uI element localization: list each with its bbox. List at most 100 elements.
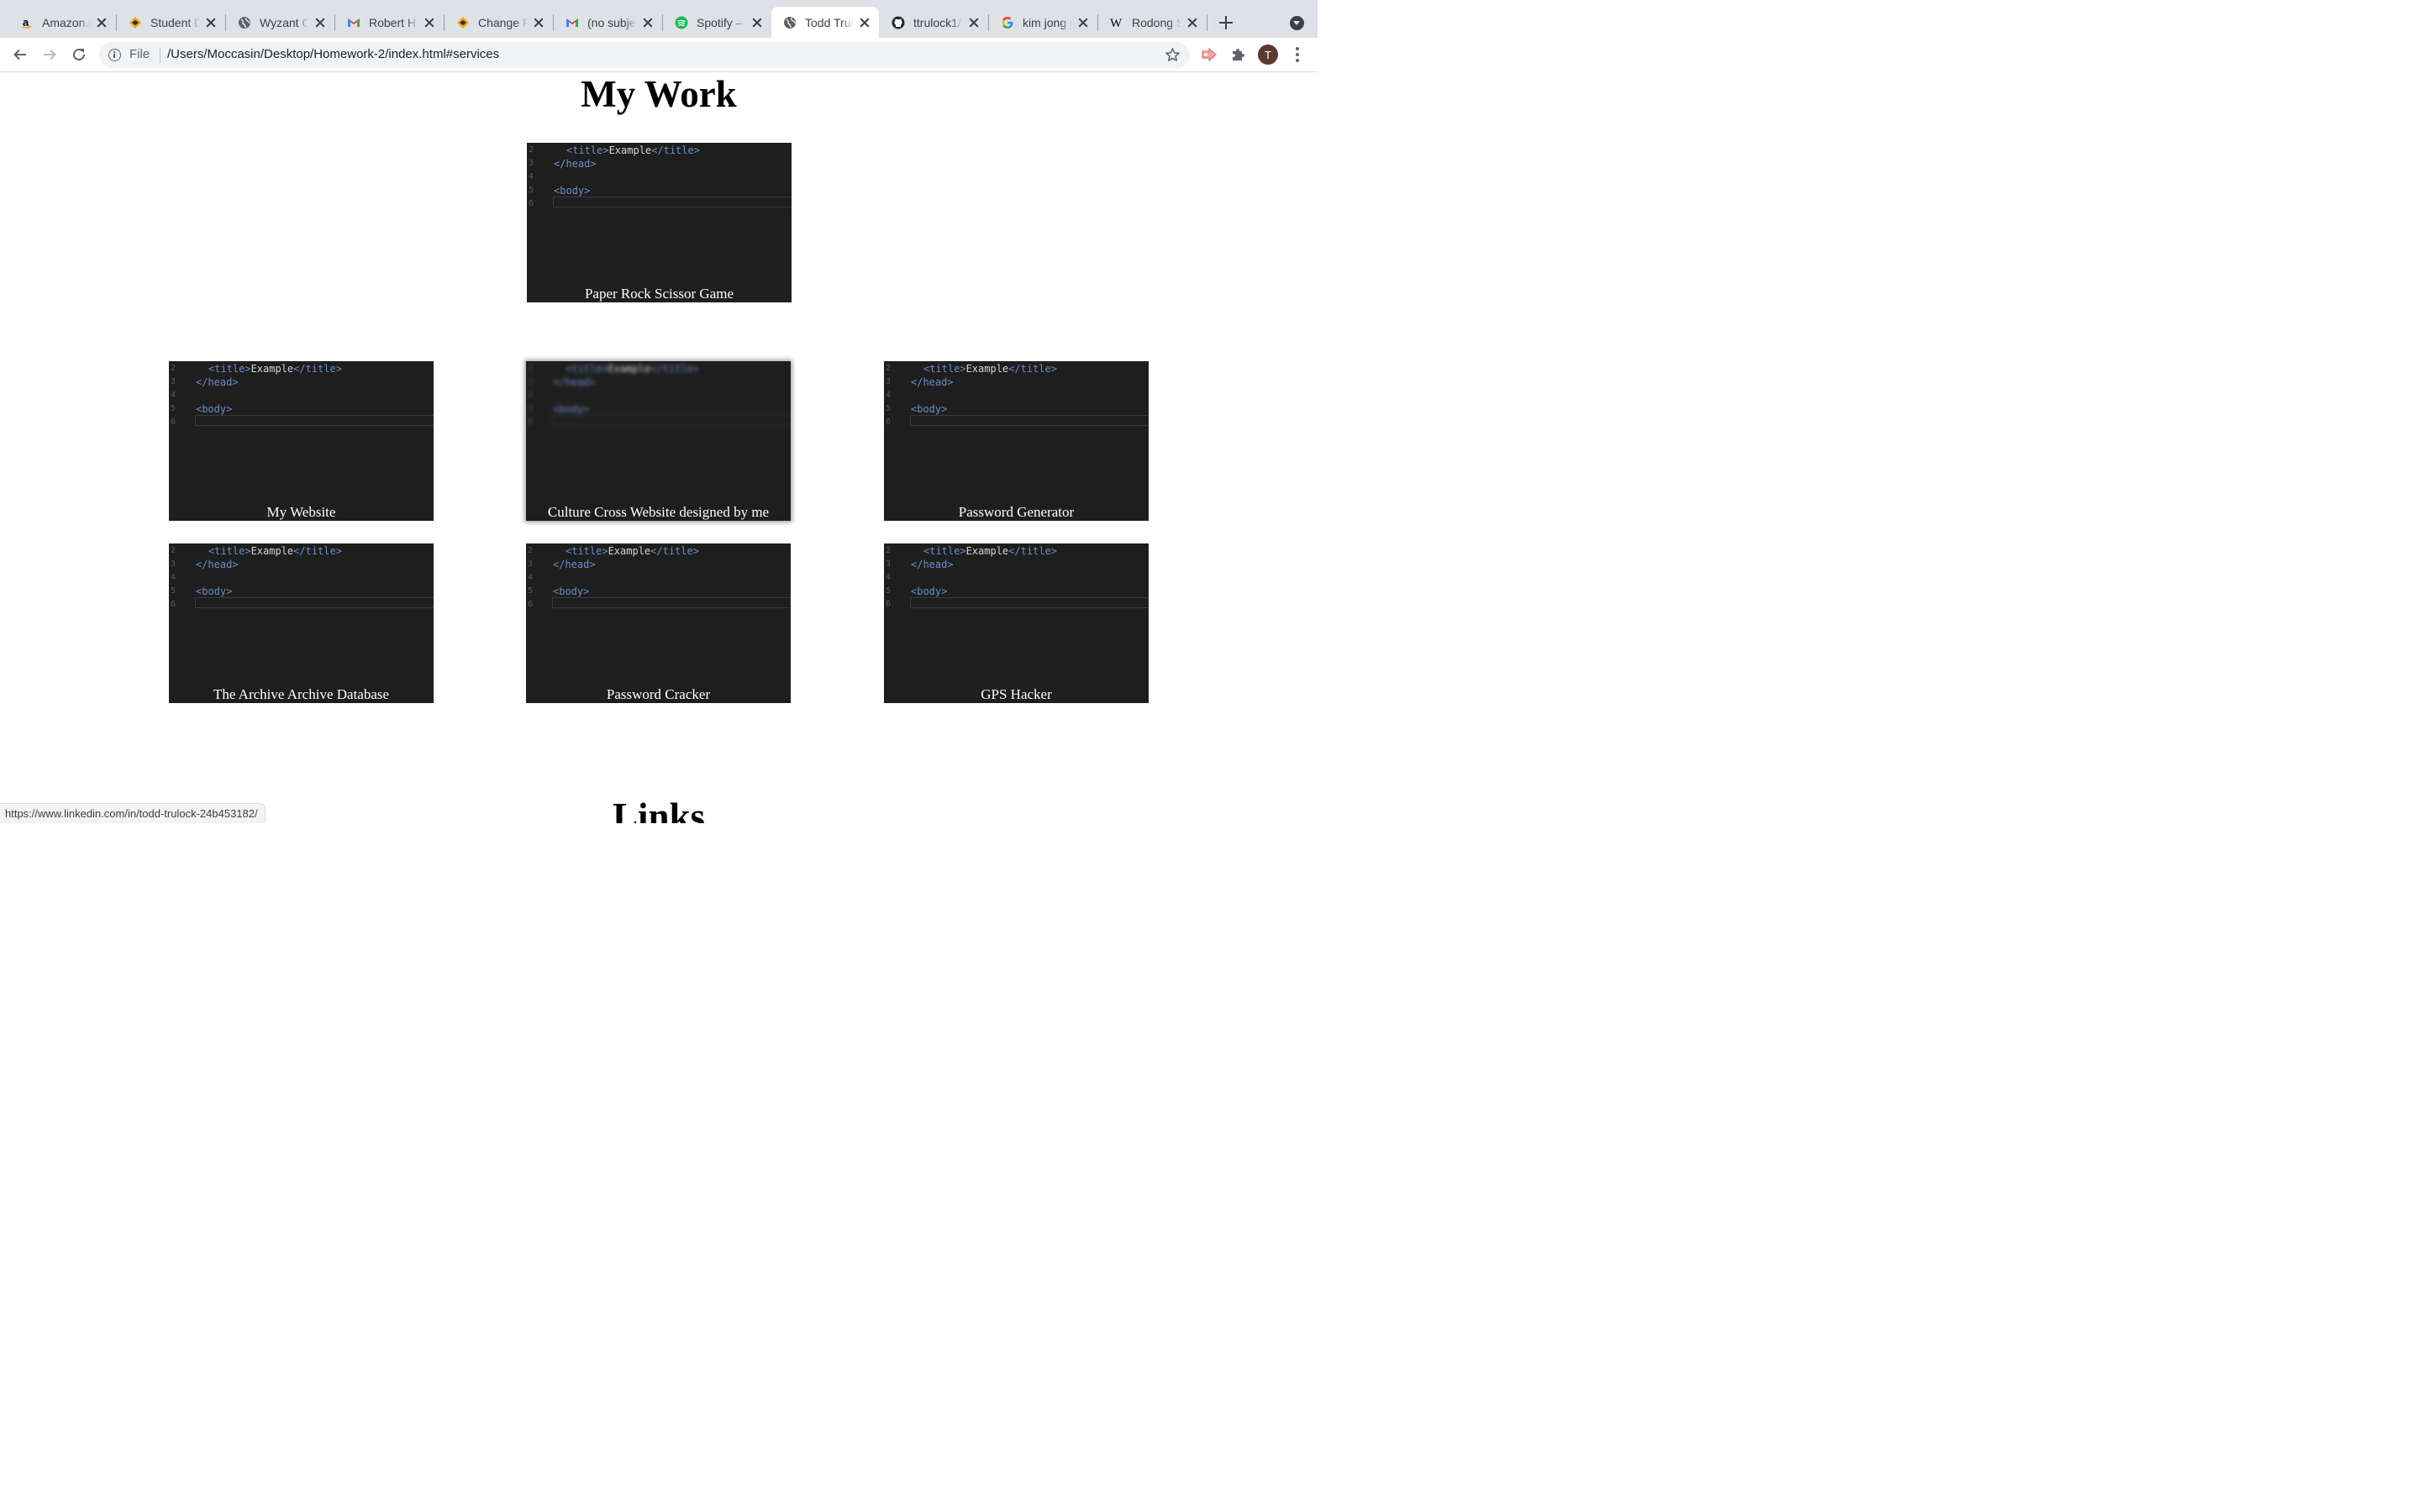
star-icon[interactable] — [1165, 47, 1181, 67]
line-number: 2 — [528, 546, 534, 555]
status-bubble-url: https://www.linkedin.com/in/todd-trulock… — [0, 803, 266, 823]
github-icon — [892, 16, 905, 29]
tab-title: Robert H. — [369, 15, 418, 29]
line-number: 6 — [171, 417, 176, 427]
line-number: 6 — [886, 600, 892, 609]
line-number: 3 — [171, 559, 176, 569]
gmail-icon — [566, 16, 579, 29]
tab-github[interactable]: ttrulock1/ — [880, 7, 988, 38]
tab-wikipedia[interactable]: W Rodong Sinmun — [1098, 7, 1207, 38]
close-icon[interactable] — [205, 17, 217, 29]
puzzle-icon — [1233, 49, 1244, 60]
tab-title: Spotify – Web — [697, 15, 746, 29]
close-icon[interactable] — [533, 17, 544, 29]
line-number: 5 — [171, 404, 176, 413]
code-preview-image: 2 3 4 5 6 <title>Example</title> </head>… — [884, 361, 1149, 437]
close-icon[interactable] — [968, 17, 980, 29]
code-preview-image: 2 3 4 5 6 <title>Example</title> </head>… — [526, 543, 791, 619]
project-caption: Password Cracker — [606, 686, 711, 702]
extension-button[interactable] — [1200, 45, 1218, 64]
tab-wyzant[interactable]: Wyzant Online — [226, 7, 334, 38]
close-icon[interactable] — [642, 17, 654, 29]
new-tab-button[interactable] — [1217, 13, 1235, 32]
back-button[interactable] — [11, 45, 29, 64]
code-line-head-close: </head> — [554, 158, 597, 170]
code-line-title: <title>Example</title> — [923, 545, 1057, 557]
code-cursor-line — [552, 597, 791, 608]
code-line-body-open: <body> — [196, 403, 233, 415]
tab-title: Amazon.com — [42, 15, 91, 29]
tab-todd-trulock[interactable]: Todd Trulock — [771, 7, 879, 38]
code-cursor-line — [910, 597, 1149, 608]
project-card[interactable]: 2 3 4 5 6 <title>Example</title> </head>… — [526, 361, 791, 521]
tab-title: Wyzant Online — [260, 15, 309, 29]
code-line-title: <title>Example</title> — [208, 545, 342, 557]
project-card[interactable]: 2 3 4 5 6 <title>Example</title> </head>… — [169, 361, 434, 521]
close-icon[interactable] — [96, 17, 108, 29]
profile-avatar[interactable]: T — [1258, 45, 1278, 65]
line-number: 5 — [528, 404, 534, 413]
code-cursor-line — [195, 597, 434, 608]
tab-robert-h[interactable]: Robert H. — [335, 7, 444, 38]
code-line-title: <title>Example</title> — [566, 363, 699, 375]
code-line-head-close: </head> — [911, 376, 954, 388]
more-menu-icon[interactable] — [1292, 47, 1302, 64]
code-line-head-close: </head> — [196, 559, 239, 570]
close-icon[interactable] — [1077, 17, 1089, 29]
info-icon[interactable] — [108, 49, 121, 61]
tab-no-subject[interactable]: (no subject) — [554, 7, 662, 38]
close-icon[interactable] — [314, 17, 326, 29]
forward-button[interactable] — [40, 45, 59, 64]
tab-search-button[interactable] — [1290, 16, 1304, 30]
close-icon[interactable] — [424, 17, 435, 29]
tab-title: Student Dashboard — [150, 15, 200, 29]
project-card[interactable]: 2 3 4 5 6 <title>Example</title> </head>… — [169, 543, 434, 703]
tab-amazon[interactable]: a Amazon.com — [8, 7, 116, 38]
code-line-title: <title>Example</title> — [566, 545, 699, 557]
project-card[interactable]: 2 3 4 5 6 <title>Example</title> </head>… — [884, 543, 1149, 703]
line-number: 5 — [886, 404, 892, 413]
line-number: 6 — [529, 199, 534, 208]
project-card[interactable]: 2 3 4 5 6 <title>Example</title> </head>… — [884, 361, 1149, 521]
close-icon[interactable] — [751, 17, 763, 29]
url-text[interactable]: /Users/Moccasin/Desktop/Homework-2/index… — [167, 47, 499, 61]
close-icon[interactable] — [859, 17, 871, 29]
code-cursor-line — [910, 415, 1149, 426]
tab-change-password[interactable]: Change Password — [445, 7, 553, 38]
line-number: 3 — [886, 559, 892, 569]
close-icon[interactable] — [1186, 17, 1198, 29]
tab-student-dashboard[interactable]: Student Dashboard — [117, 7, 225, 38]
line-number: 2 — [171, 364, 176, 373]
address-bar[interactable]: File /Users/Moccasin/Desktop/Homework-2/… — [99, 42, 1190, 68]
svg-text:W: W — [1110, 17, 1123, 29]
school-icon — [456, 16, 470, 29]
spotify-icon — [675, 16, 688, 29]
tab-google-search[interactable]: kim jong un — [989, 7, 1097, 38]
code-line-title: <title>Example</title> — [566, 144, 700, 156]
reload-button[interactable] — [70, 45, 88, 64]
code-preview-image: 2 3 4 5 6 <title>Example</title> </head>… — [884, 543, 1149, 619]
project-card[interactable]: 2 3 4 5 6 <title>Example</title> </head>… — [526, 543, 791, 703]
wikipedia-icon: W — [1110, 16, 1123, 29]
tab-title: Todd Trulock — [805, 15, 854, 29]
page-content: My Work 2 3 4 5 6 <title>Example</title>… — [0, 72, 1318, 823]
project-card[interactable]: 2 3 4 5 6 <title>Example</title> </head>… — [527, 143, 792, 302]
extension-arrow-icon — [1202, 47, 1217, 62]
tab-spotify[interactable]: Spotify – Web — [663, 7, 771, 38]
code-cursor-line — [553, 197, 792, 207]
project-caption: GPS Hacker — [981, 686, 1052, 702]
line-number: 5 — [528, 586, 534, 596]
code-preview-image: 2 3 4 5 6 <title>Example</title> </head>… — [169, 543, 434, 619]
line-number: 4 — [528, 391, 534, 400]
line-number: 4 — [886, 391, 892, 400]
extensions-menu-button[interactable] — [1229, 45, 1248, 64]
code-line-head-close: </head> — [553, 376, 596, 388]
reload-icon — [73, 48, 85, 60]
line-number: 2 — [171, 546, 176, 555]
tab-strip: a Amazon.com Student Dashboard Wyzant On… — [0, 0, 1318, 38]
project-caption: Culture Cross Website designed by me — [547, 504, 770, 520]
my-work-heading: My Work — [581, 73, 737, 115]
school-icon — [129, 16, 142, 29]
code-cursor-line — [195, 415, 434, 426]
line-number: 2 — [529, 145, 534, 155]
